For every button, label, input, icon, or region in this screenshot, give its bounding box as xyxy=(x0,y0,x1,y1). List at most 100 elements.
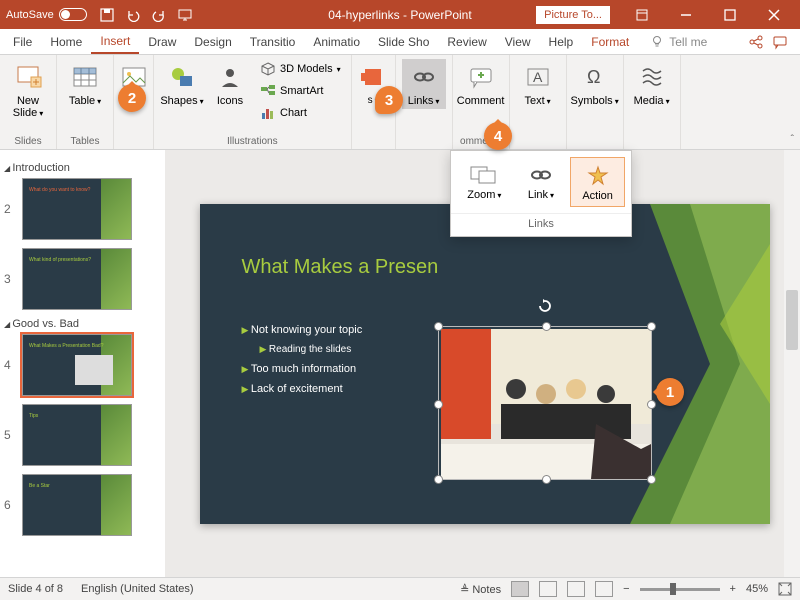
thumbnail-slide-4[interactable]: 4 What Makes a Presentation Bad? xyxy=(4,334,161,396)
autosave-switch-icon[interactable] xyxy=(59,8,87,21)
sorter-view-button[interactable] xyxy=(539,581,557,597)
symbols-button[interactable]: Ω Symbols xyxy=(573,59,617,109)
undo-icon[interactable] xyxy=(125,7,141,23)
group-tables: Table Tables xyxy=(57,55,114,149)
resize-handle-sw[interactable] xyxy=(434,475,443,484)
table-label: Table xyxy=(69,95,101,107)
tab-file[interactable]: File xyxy=(4,31,41,53)
rotate-handle[interactable] xyxy=(538,299,552,313)
slide-bullets: Not knowing your topic Reading the slide… xyxy=(242,324,363,403)
resize-handle-n[interactable] xyxy=(542,322,551,331)
slide-thumbnails-panel[interactable]: Introduction 2 What do you want to know?… xyxy=(0,150,165,577)
close-button[interactable] xyxy=(754,0,794,29)
tab-design[interactable]: Design xyxy=(185,31,240,53)
ribbon-tabs: File Home Insert Draw Design Transitio A… xyxy=(0,29,800,55)
shapes-button[interactable]: Shapes xyxy=(160,59,204,109)
zoom-button[interactable]: Zoom xyxy=(457,157,512,207)
current-slide: What Makes a Presen Not knowing your top… xyxy=(200,204,770,524)
share-icon[interactable] xyxy=(748,34,764,50)
minimize-button[interactable] xyxy=(666,0,706,29)
table-icon xyxy=(69,61,101,93)
tab-format[interactable]: Format xyxy=(582,31,638,53)
tab-insert[interactable]: Insert xyxy=(91,30,139,54)
group-illustrations-label: Illustrations xyxy=(227,136,278,147)
zoom-level[interactable]: 45% xyxy=(746,583,768,595)
tab-animations[interactable]: Animatio xyxy=(304,31,369,53)
redo-icon[interactable] xyxy=(151,7,167,23)
zoom-in-button[interactable]: + xyxy=(730,583,736,595)
normal-view-button[interactable] xyxy=(511,581,529,597)
comments-icon[interactable] xyxy=(772,34,788,50)
links-label: Links xyxy=(408,95,440,107)
tutorial-marker-1: 1 xyxy=(656,378,684,406)
title-bar: AutoSave 04-hyperlinks - PowerPoint Pict… xyxy=(0,0,800,29)
resize-handle-nw[interactable] xyxy=(434,322,443,331)
links-button[interactable]: Links xyxy=(402,59,446,109)
tab-transitions[interactable]: Transitio xyxy=(241,31,305,53)
slide-image[interactable] xyxy=(441,329,651,479)
save-icon[interactable] xyxy=(99,7,115,23)
resize-handle-se[interactable] xyxy=(647,475,656,484)
chart-button[interactable]: Chart xyxy=(256,103,345,123)
picture-tools-tab[interactable]: Picture To... xyxy=(536,6,610,24)
comment-button[interactable]: Comment xyxy=(459,59,503,109)
reading-view-button[interactable] xyxy=(567,581,585,597)
tab-view[interactable]: View xyxy=(496,31,540,53)
fit-to-window-button[interactable] xyxy=(778,582,792,596)
status-bar: Slide 4 of 8 English (United States) ≜ N… xyxy=(0,577,800,600)
tell-me-search[interactable]: Tell me xyxy=(650,35,707,49)
tab-draw[interactable]: Draw xyxy=(139,31,185,53)
tab-home[interactable]: Home xyxy=(41,31,91,53)
links-dropdown-panel: Zoom Link Action Links xyxy=(450,150,632,237)
section-good-vs-bad[interactable]: Good vs. Bad xyxy=(4,318,161,330)
resize-handle-w[interactable] xyxy=(434,400,443,409)
slideshow-view-button[interactable] xyxy=(595,581,613,597)
resize-handle-e[interactable] xyxy=(647,400,656,409)
shapes-icon xyxy=(166,61,198,93)
group-media: Media xyxy=(624,55,681,149)
link-chain-icon xyxy=(525,161,557,189)
group-tables-label: Tables xyxy=(71,136,100,147)
thumbnail-slide-2[interactable]: 2 What do you want to know? xyxy=(4,178,161,240)
media-icon xyxy=(636,61,668,93)
thumbnail-slide-5[interactable]: 5 Tips xyxy=(4,404,161,466)
media-button[interactable]: Media xyxy=(630,59,674,109)
language-indicator[interactable]: English (United States) xyxy=(81,583,194,595)
link-button[interactable]: Link xyxy=(514,157,569,207)
smartart-button[interactable]: SmartArt xyxy=(256,81,345,101)
start-slideshow-icon[interactable] xyxy=(177,7,193,23)
zoom-out-button[interactable]: − xyxy=(623,583,629,595)
maximize-button[interactable] xyxy=(710,0,750,29)
selection-box[interactable] xyxy=(438,326,652,480)
ribbon-options-icon[interactable] xyxy=(622,0,662,29)
notes-button[interactable]: ≜ Notes xyxy=(460,583,501,596)
text-button[interactable]: A Text xyxy=(516,59,560,109)
icons-button[interactable]: Icons xyxy=(208,59,252,109)
collapse-ribbon-icon[interactable]: ˆ xyxy=(791,134,794,145)
shapes-label: Shapes xyxy=(160,95,203,107)
thumbnail-slide-3[interactable]: 3 What kind of presentations? xyxy=(4,248,161,310)
resize-handle-ne[interactable] xyxy=(647,322,656,331)
zoom-slider[interactable] xyxy=(640,588,720,591)
action-button[interactable]: Action xyxy=(570,157,625,207)
group-illustrations: Shapes Icons 3D Models▾ SmartArt Chart I… xyxy=(154,55,352,149)
link-icon xyxy=(408,61,440,93)
autosave-toggle[interactable]: AutoSave xyxy=(6,8,87,21)
new-slide-icon xyxy=(12,61,44,93)
new-slide-button[interactable]: New Slide xyxy=(6,59,50,121)
tab-help[interactable]: Help xyxy=(540,31,583,53)
tab-slideshow[interactable]: Slide Sho xyxy=(369,31,438,53)
section-introduction[interactable]: Introduction xyxy=(4,162,161,174)
icons-label: Icons xyxy=(217,95,243,107)
text-box-icon: A xyxy=(522,61,554,93)
group-symbols: Ω Symbols xyxy=(567,55,624,149)
slide-counter[interactable]: Slide 4 of 8 xyxy=(8,583,63,595)
tutorial-marker-3: 3 xyxy=(375,86,403,114)
thumbnail-slide-6[interactable]: 6 Be a Star xyxy=(4,474,161,536)
tab-review[interactable]: Review xyxy=(438,31,495,53)
table-button[interactable]: Table xyxy=(63,59,107,109)
svg-text:A: A xyxy=(533,69,543,85)
vertical-scrollbar[interactable] xyxy=(784,150,800,577)
resize-handle-s[interactable] xyxy=(542,475,551,484)
3d-models-button[interactable]: 3D Models▾ xyxy=(256,59,345,79)
